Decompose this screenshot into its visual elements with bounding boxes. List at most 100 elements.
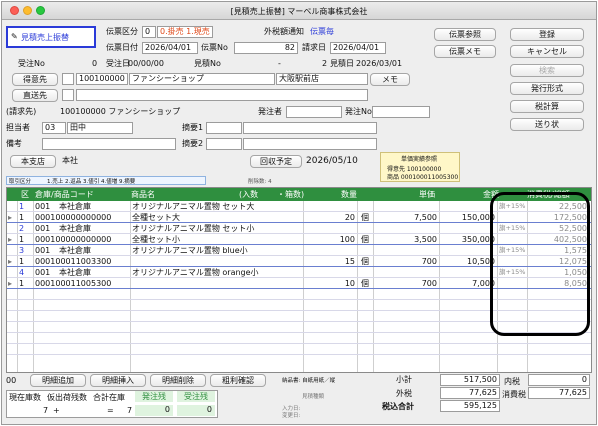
chokuso-check[interactable] [62,89,74,101]
denpyo-date-field[interactable]: 2026/04/01 [142,42,198,54]
unit: 個 [361,257,369,266]
app-window: [見積売上振替] マーベル商事株式会社 ✎ 見積売上振替 伝票区分 0 0.掛売… [1,1,597,425]
tanto-label: 担当者 [6,123,30,132]
mitsumori-date-label: 見積日 [330,59,354,68]
price: 7,500 [414,213,437,222]
seikyu-field[interactable]: 2026/04/01 [330,42,386,54]
hacchu-no-field[interactable] [372,106,430,118]
chokuso-field[interactable] [76,89,368,101]
tekiyo1-label: 摘要1 [182,123,204,132]
tanka-reference-panel[interactable]: 単価実績参照 得意先 100100000 商品 000100011005300 [380,152,460,182]
item-code: 000100000000000 [35,235,112,244]
chokuso-button[interactable]: 直送先 [12,89,58,102]
tanto-code-field[interactable]: 03 [42,122,66,134]
juchu-zan-value: 0 [177,405,215,416]
col-hako: ・箱数) [277,190,305,199]
tokuisaki-button[interactable]: 得意先 [12,73,58,86]
row-no: 1 [19,202,25,211]
henko-label: 変更日: [282,413,301,419]
row-no: 4 [19,268,25,277]
zei-keisan-button[interactable]: 税計算 [510,100,584,113]
gokei-value: 7 [127,406,133,415]
memo-button[interactable]: メモ [370,73,410,86]
item-name-2: 全種セット大 [132,213,180,222]
hakko-keishiki-button[interactable]: 発行形式 [510,82,584,95]
sakujo-count: 削除数: 4 [248,179,272,185]
row-kubun: 1 [19,279,25,288]
item-name-1: オリジナルアニマル置物 セット小 [132,224,255,233]
zeikomi-label: 税込合計 [382,402,414,411]
amount: 7,000 [472,279,495,288]
cancel-button[interactable]: キャンセル [510,45,584,58]
col-tanka: 単価 [419,190,435,199]
kubun-options: 0.掛売 1.現売 [157,26,213,38]
item-name-1: オリジナルアニマル置物 blue小 [132,246,248,255]
tekiyo2-label: 摘要2 [182,139,204,148]
row-pointer-icon: ▸ [8,279,13,288]
item-code: 000100011005300 [35,279,112,288]
okurijo-button[interactable]: 送り状 [510,118,584,131]
arari-kakunin-button[interactable]: 粗利確認 [210,374,266,387]
tanto-name-field[interactable]: 田中 [67,122,133,134]
denpyo-memo-button[interactable]: 伝票メモ [434,45,496,58]
row-kubun: 1 [19,235,25,244]
mode-tag: ✎ 見積売上振替 [6,26,96,48]
meisai-tsuika-button[interactable]: 明細追加 [30,374,86,387]
tekiyo2-field[interactable] [243,138,377,150]
denpyo-kubun-label: 伝票区分 [106,27,138,36]
seikyu-label: 請求日 [302,43,326,52]
meisai-sonyu-button[interactable]: 明細挿入 [90,374,146,387]
juchu-no-label: 受注No [18,59,45,68]
kaishu-button[interactable]: 回収予定 [250,155,302,168]
price: 3,500 [414,235,437,244]
denpyo-sansho-button[interactable]: 伝票参照 [434,28,496,41]
sotozei-value: 77,625 [440,387,500,399]
item-name-2: 全種セット小 [132,235,180,244]
window-title: [見積売上振替] マーベル商事株式会社 [230,7,368,16]
shohizei-value: 77,625 [528,387,590,399]
hacchusha-label: 発注者 [258,107,282,116]
meisai-sakujo-button[interactable]: 明細削除 [150,374,206,387]
biko-field[interactable] [42,138,176,150]
zeikomi-value: 595,125 [440,400,500,412]
row-kubun: 1 [19,257,25,266]
kaishu-value: 2026/05/10 [306,156,358,166]
item-name-2 [132,256,302,267]
mitsumori-shurui: 見積種類 [302,394,325,400]
amount: 150,000 [461,213,495,222]
denpyo-kubun-field[interactable]: 0 [142,26,156,38]
shohizei-label: 消費税 [502,390,526,399]
hacchusha-field[interactable] [286,106,342,118]
juchu-date-value: 00/00/00 [128,59,164,68]
qty: 10 [344,279,355,288]
register-button[interactable]: 登録 [510,28,584,41]
qty: 20 [344,213,355,222]
tokuisaki-code-field[interactable]: 100100000 [76,73,128,85]
zaiko-value: 7 [43,406,49,415]
tekiyo1-field[interactable] [243,122,377,134]
nohin-label: 納品書: 自紙用紙／縦 [282,378,336,384]
row-pointer-icon: ▸ [8,213,13,222]
empty-row[interactable] [7,344,591,355]
tokuisaki-name-field[interactable]: ファンシーショップ [129,73,275,85]
tax-notice-value: 伝票毎 [310,27,334,36]
torihiki-strip: 取引区分 1.売上 2.返品 3.値引 4.値増 9.摘要 [6,176,206,185]
tekiyo2-code[interactable] [206,138,242,150]
tekiyo1-code[interactable] [206,122,242,134]
tokuisaki-branch-field[interactable]: 大阪駅前店 [276,73,368,85]
mitsumori-no-num: 2 [322,59,328,68]
qty: 100 [339,235,355,244]
tokuisaki-check[interactable] [62,73,74,85]
search-button[interactable]: 検索 [510,64,584,77]
highlight-circle [490,192,590,336]
soko-code: 001 [35,202,51,211]
row-pointer-icon: ▸ [8,257,13,266]
juchu-date-label: 受注日 [106,59,130,68]
tanka-title: 単価実績参照 [401,156,438,163]
amount: 350,000 [461,235,495,244]
torihiki-label: 取引区分 [9,179,32,185]
honten-button[interactable]: 本支店 [10,155,56,168]
denpyo-no-field[interactable]: 82 [234,42,298,54]
eq-sign: = [107,406,114,415]
shokei-value: 517,500 [440,374,500,386]
